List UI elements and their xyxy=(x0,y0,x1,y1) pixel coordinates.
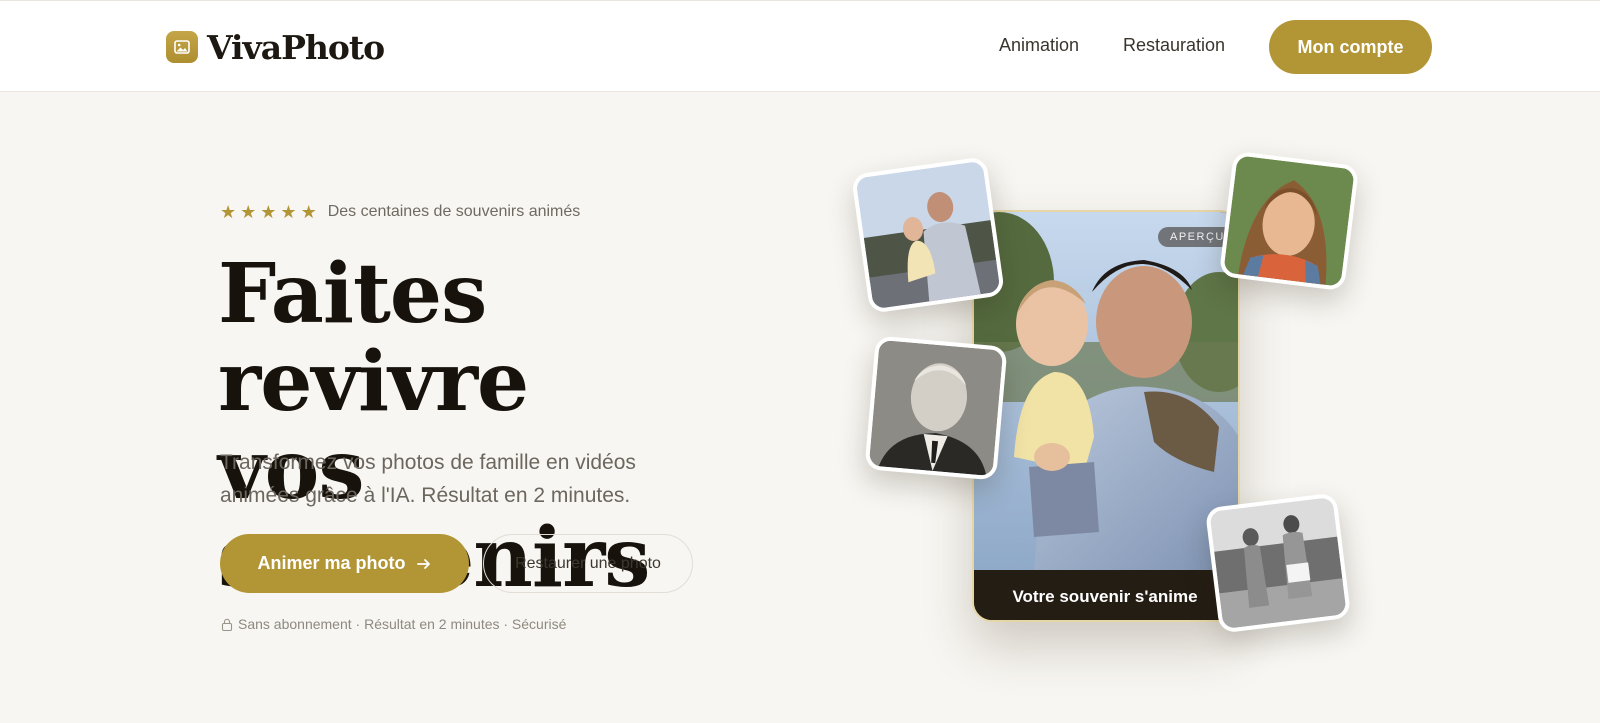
star-icon: ★ xyxy=(240,202,257,222)
star-icon: ★ xyxy=(220,202,237,222)
trust-text: Sans abonnement · Résultat en 2 minutes … xyxy=(238,616,567,632)
restore-photo-button[interactable]: Restaurer une photo xyxy=(483,534,693,593)
account-button[interactable]: Mon compte xyxy=(1269,20,1432,74)
animate-photo-label: Animer ma photo xyxy=(257,553,406,573)
arrow-right-icon xyxy=(416,558,430,569)
star-icon: ★ xyxy=(260,202,277,222)
star-icon: ★ xyxy=(300,202,317,222)
rating: ★ ★ ★ ★ ★ Des centaines de souvenirs ani… xyxy=(220,202,580,222)
site-header: VivaPhoto Animation Restauration Mon com… xyxy=(0,0,1600,92)
photo-thumbnail xyxy=(850,156,1006,314)
rating-stars: ★ ★ ★ ★ ★ xyxy=(220,202,317,222)
nav-link-animation[interactable]: Animation xyxy=(999,35,1079,56)
nav-link-restauration[interactable]: Restauration xyxy=(1123,35,1225,56)
image-icon xyxy=(166,31,198,63)
star-icon: ★ xyxy=(280,202,297,222)
trust-line: Sans abonnement · Résultat en 2 minutes … xyxy=(221,616,566,632)
lock-icon xyxy=(221,618,233,631)
preview-card[interactable]: APERÇU Votre souvenir s'anime xyxy=(972,210,1240,622)
photo-thumbnail xyxy=(1218,150,1360,292)
animate-photo-button[interactable]: Animer ma photo xyxy=(220,534,469,593)
photo-thumbnail xyxy=(864,335,1008,481)
rating-text: Des centaines de souvenirs animés xyxy=(327,203,581,220)
hero-subtitle: Transformez vos photos de famille en vid… xyxy=(220,451,636,507)
headline-line-1: Faites revivre xyxy=(218,246,529,430)
brand-logo[interactable]: VivaPhoto xyxy=(166,27,385,67)
brand-name: VivaPhoto xyxy=(207,27,385,67)
preview-caption: Votre souvenir s'anime xyxy=(974,570,1238,620)
photo-thumbnail xyxy=(1204,492,1352,634)
preview-photo xyxy=(974,212,1238,570)
